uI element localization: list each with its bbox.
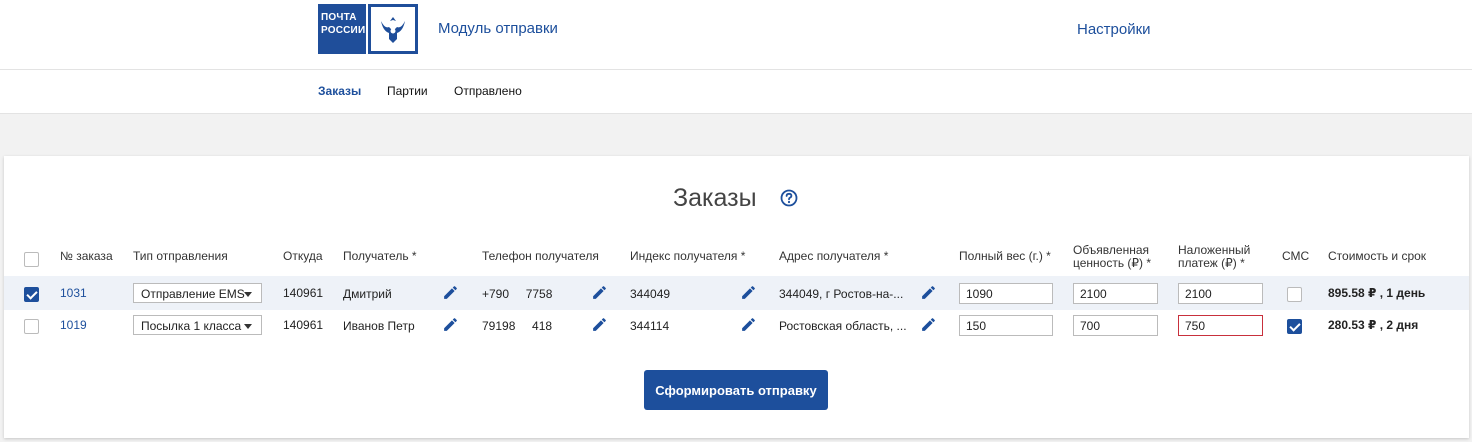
- ship-type-value: Посылка 1 класса: [141, 319, 242, 333]
- col-header-ship-type: Тип отправления: [133, 249, 228, 263]
- ship-type-select[interactable]: Посылка 1 класса: [133, 315, 262, 335]
- order-link[interactable]: 1031: [60, 286, 87, 300]
- recipient-address: Ростовская область, ...: [779, 319, 907, 333]
- tab-sent[interactable]: Отправлено: [454, 84, 522, 98]
- cost-and-term: 895.58 ₽ , 1 день: [1328, 286, 1426, 300]
- settings-link[interactable]: Настройки: [1077, 21, 1151, 38]
- orders-panel: Заказы № заказа Тип отправления Откуда П…: [4, 156, 1469, 438]
- weight-input[interactable]: [959, 315, 1053, 336]
- edit-recipient-pencil-icon[interactable]: [442, 284, 459, 301]
- col-header-recipient: Получатель *: [343, 249, 417, 263]
- tab-orders[interactable]: Заказы: [318, 84, 361, 98]
- logo-line-2: РОССИИ: [321, 25, 366, 36]
- col-header-sms: СМС: [1282, 249, 1310, 263]
- edit-phone-pencil-icon[interactable]: [591, 284, 608, 301]
- tab-batches[interactable]: Партии: [387, 84, 428, 98]
- edit-index-pencil-icon[interactable]: [740, 284, 757, 301]
- declared-value-input[interactable]: [1073, 283, 1158, 304]
- col-header-phone: Телефон получателя: [482, 249, 599, 263]
- app-title: Модуль отправки: [438, 20, 558, 37]
- col-header-cost: Стоимость и срок: [1328, 249, 1427, 263]
- edit-recipient-pencil-icon[interactable]: [442, 316, 459, 333]
- sms-checkbox[interactable]: [1287, 319, 1302, 334]
- recipient-name: Дмитрий: [343, 287, 392, 301]
- edit-address-pencil-icon[interactable]: [920, 316, 937, 333]
- select-all-checkbox[interactable]: [24, 252, 39, 267]
- weight-input[interactable]: [959, 283, 1053, 304]
- col-header-declared-value: Объявленная ценность (₽) *: [1073, 244, 1151, 270]
- col-header-order-no: № заказа: [60, 249, 113, 263]
- cod-input[interactable]: [1178, 315, 1263, 336]
- row-select-checkbox[interactable]: [24, 319, 39, 334]
- help-icon[interactable]: [780, 189, 798, 207]
- edit-phone-pencil-icon[interactable]: [591, 316, 608, 333]
- order-number: 1019: [60, 318, 87, 332]
- main-nav: Заказы Партии Отправлено: [0, 70, 1472, 114]
- russian-post-logo[interactable]: ПОЧТА РОССИИ: [318, 4, 418, 54]
- cod-input[interactable]: [1178, 283, 1263, 304]
- page-title: Заказы: [673, 184, 757, 212]
- logo-text: ПОЧТА РОССИИ: [318, 4, 366, 54]
- recipient-index: 344114: [630, 319, 670, 333]
- ship-type-value: Отправление EMS: [141, 287, 245, 301]
- create-shipment-button[interactable]: Сформировать отправку: [644, 370, 828, 410]
- row-select-checkbox[interactable]: [24, 287, 39, 302]
- col-header-from: Откуда: [283, 249, 323, 263]
- recipient-address: 344049, г Ростов-на-...: [779, 287, 904, 301]
- recipient-phone: 79198 418: [482, 319, 553, 333]
- edit-index-pencil-icon[interactable]: [740, 316, 757, 333]
- col-header-weight: Полный вес (г.) *: [959, 249, 1051, 263]
- edit-address-pencil-icon[interactable]: [920, 284, 937, 301]
- caret-down-icon: [244, 292, 252, 297]
- declared-value-input[interactable]: [1073, 315, 1158, 336]
- cost-and-term: 280.53 ₽ , 2 дня: [1328, 318, 1419, 332]
- from-index: 140961: [283, 286, 324, 300]
- caret-down-icon: [244, 324, 252, 329]
- from-index: 140961: [283, 318, 324, 332]
- order-link[interactable]: 1019: [60, 318, 87, 332]
- recipient-index: 344049: [630, 287, 671, 301]
- recipient-phone: +790 7758: [482, 287, 553, 301]
- app-header: ПОЧТА РОССИИ Модуль отправки Настройки: [0, 0, 1472, 70]
- col-header-declared-value-line2: ценность (₽) *: [1073, 256, 1152, 270]
- col-header-cod-line2: платеж (₽) *: [1178, 256, 1245, 270]
- col-header-cod: Наложенный платеж (₽) *: [1178, 244, 1250, 270]
- order-number: 1031: [60, 286, 87, 300]
- sms-checkbox[interactable]: [1287, 287, 1302, 302]
- ship-type-select[interactable]: Отправление EMS: [133, 283, 262, 303]
- recipient-name: Иванов Петр: [343, 319, 415, 333]
- col-header-index: Индекс получателя *: [630, 249, 746, 263]
- eagle-emblem-icon: [368, 4, 418, 54]
- logo-line-1: ПОЧТА: [321, 12, 357, 23]
- col-header-address: Адрес получателя *: [779, 249, 889, 263]
